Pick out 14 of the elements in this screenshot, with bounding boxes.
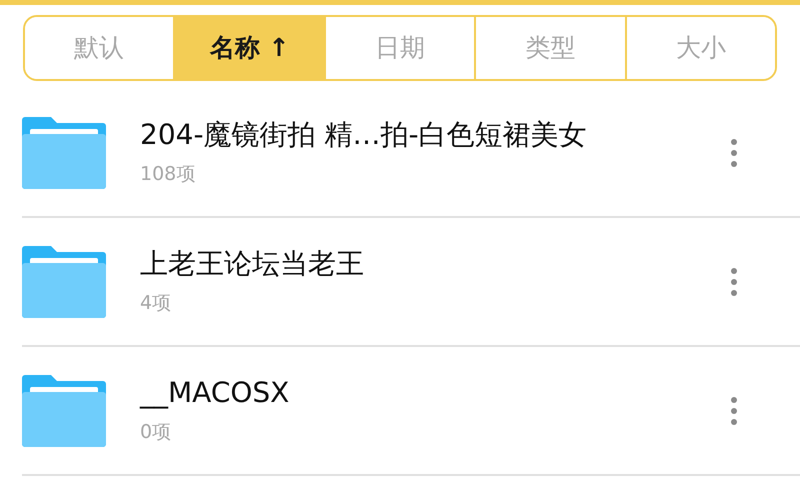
more-icon[interactable] xyxy=(730,266,738,296)
folder-name: __MACOSX xyxy=(140,374,290,410)
more-icon[interactable] xyxy=(730,396,738,426)
sort-tab[interactable]: 大小 xyxy=(624,17,775,79)
more-icon[interactable] xyxy=(730,138,738,168)
sort-tab[interactable]: 名称 ↑ xyxy=(173,17,324,79)
folder-icon xyxy=(22,246,106,318)
item-count: 0项 xyxy=(140,420,172,445)
folder-icon xyxy=(22,116,106,188)
folder-name: 204-魔镜街拍 精…拍-白色短裙美女 xyxy=(140,116,588,152)
folder-name: 上老王论坛当老王 xyxy=(140,246,365,281)
item-count: 108项 xyxy=(140,162,196,187)
item-count: 4项 xyxy=(140,290,172,316)
folder-icon xyxy=(22,374,106,446)
